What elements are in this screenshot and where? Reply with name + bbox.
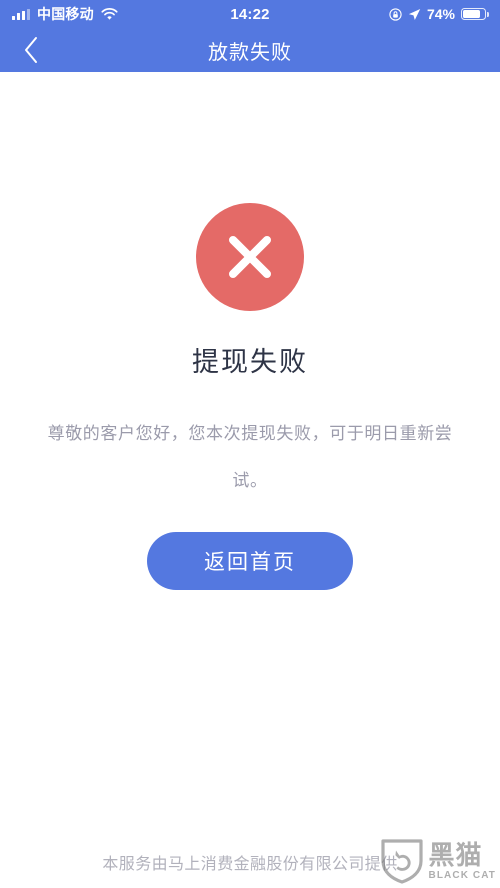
return-home-button[interactable]: 返回首页 <box>147 532 353 590</box>
signal-bars-icon <box>12 8 30 20</box>
chevron-left-icon <box>23 36 39 64</box>
rotation-lock-icon <box>389 7 402 21</box>
error-cross-icon <box>196 203 304 311</box>
watermark-cn-label: 黑猫 <box>428 839 483 870</box>
carrier-label: 中国移动 <box>37 6 94 22</box>
status-bar-left: 中国移动 <box>12 4 249 24</box>
nav-bar: 放款失败 <box>0 28 500 72</box>
footer-disclaimer: 本服务由马上消费金融股份有限公司提供 <box>102 856 398 873</box>
location-arrow-icon <box>408 8 421 21</box>
battery-percent-label: 74% <box>426 6 455 22</box>
battery-icon <box>461 8 489 20</box>
result-message: 尊敬的客户您好，您本次提现失败，可于明日重新尝试。 <box>47 424 453 490</box>
back-button[interactable] <box>0 28 62 72</box>
status-bar: 中国移动 14:22 74% <box>0 0 500 28</box>
result-page-body: 提现失败 尊敬的客户您好，您本次提现失败，可于明日重新尝试。 返回首页 本服务由… <box>0 72 500 888</box>
watermark-texts: 黑猫 BLACK CAT <box>429 842 496 881</box>
page-title: 放款失败 <box>208 41 292 64</box>
status-bar-right: 74% <box>249 6 489 22</box>
result-headline: 提现失败 <box>192 347 308 377</box>
app-screen: 中国移动 14:22 74% 放款失败 提现失败 尊敬的客户您好，您本次提现失败… <box>0 0 500 888</box>
watermark-en-label: BLACK CAT <box>428 869 496 881</box>
wifi-icon <box>101 7 118 21</box>
black-cat-watermark: 黑猫 BLACK CAT <box>380 838 496 884</box>
black-cat-shield-logo <box>380 838 424 884</box>
